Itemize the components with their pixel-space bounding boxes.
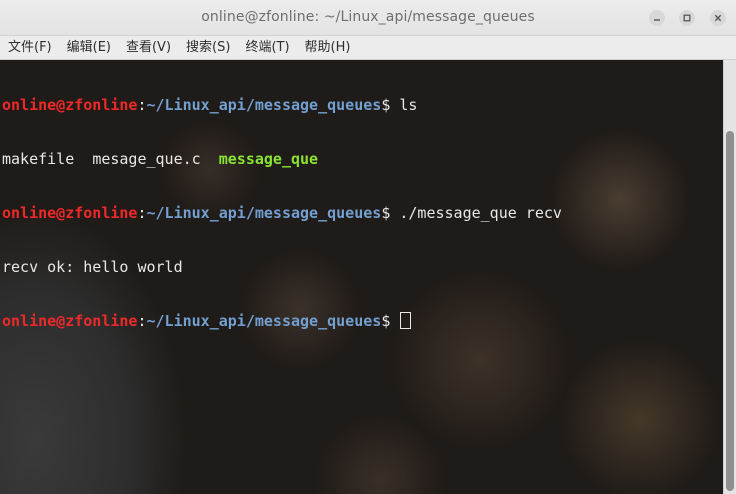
prompt-symbol: $	[381, 204, 391, 222]
terminal-line: online@zfonline:~/Linux_api/message_queu…	[2, 96, 562, 114]
command-text: ls	[390, 96, 418, 114]
maximize-icon	[683, 14, 691, 22]
terminal-window: online@zfonline: ~/Linux_api/message_que…	[0, 0, 736, 494]
prompt-symbol: $	[381, 312, 391, 330]
scrollbar-thumb[interactable]	[726, 131, 734, 491]
minimize-button[interactable]	[649, 10, 665, 26]
close-button[interactable]	[710, 10, 726, 26]
menu-file[interactable]: 文件(F)	[8, 37, 52, 59]
close-icon	[714, 14, 722, 22]
title-bar[interactable]: online@zfonline: ~/Linux_api/message_que…	[0, 0, 736, 36]
terminal-line: online@zfonline:~/Linux_api/message_queu…	[2, 312, 562, 330]
terminal-line: recv ok: hello world	[2, 258, 562, 276]
prompt-path: ~/Linux_api/message_queues	[146, 204, 382, 222]
terminal-line: online@zfonline:~/Linux_api/message_queu…	[2, 204, 562, 222]
file-name: mesage_que.c	[92, 150, 201, 168]
text-cursor	[400, 312, 412, 329]
terminal-output: online@zfonline:~/Linux_api/message_queu…	[2, 60, 562, 366]
vertical-scrollbar[interactable]	[723, 60, 736, 494]
prompt-user: online@zfonline	[2, 204, 138, 222]
menu-search[interactable]: 搜索(S)	[186, 37, 230, 59]
executable-file-name: message_que	[218, 150, 319, 168]
terminal-area[interactable]: online@zfonline:~/Linux_api/message_queu…	[0, 60, 723, 494]
prompt-user: online@zfonline	[2, 96, 138, 114]
prompt-user: online@zfonline	[2, 312, 138, 330]
minimize-icon	[654, 19, 660, 21]
file-name: makefile	[2, 150, 75, 168]
menu-edit[interactable]: 编辑(E)	[67, 37, 111, 59]
menu-view[interactable]: 查看(V)	[126, 37, 171, 59]
prompt-path: ~/Linux_api/message_queues	[146, 96, 382, 114]
maximize-button[interactable]	[679, 10, 695, 26]
terminal-line: makefile mesage_que.c message_que	[2, 150, 562, 168]
menu-bar: 文件(F) 编辑(E) 查看(V) 搜索(S) 终端(T) 帮助(H)	[0, 36, 736, 60]
window-title: online@zfonline: ~/Linux_api/message_que…	[201, 9, 535, 25]
prompt-separator: :	[137, 96, 147, 114]
command-text: ./message_que recv	[390, 204, 562, 222]
prompt-separator: :	[137, 204, 147, 222]
menu-help[interactable]: 帮助(H)	[305, 37, 351, 59]
menu-terminal[interactable]: 终端(T)	[245, 37, 289, 59]
prompt-symbol: $	[381, 96, 391, 114]
prompt-path: ~/Linux_api/message_queues	[146, 312, 382, 330]
output-text: recv ok: hello world	[2, 258, 183, 276]
prompt-separator: :	[137, 312, 147, 330]
